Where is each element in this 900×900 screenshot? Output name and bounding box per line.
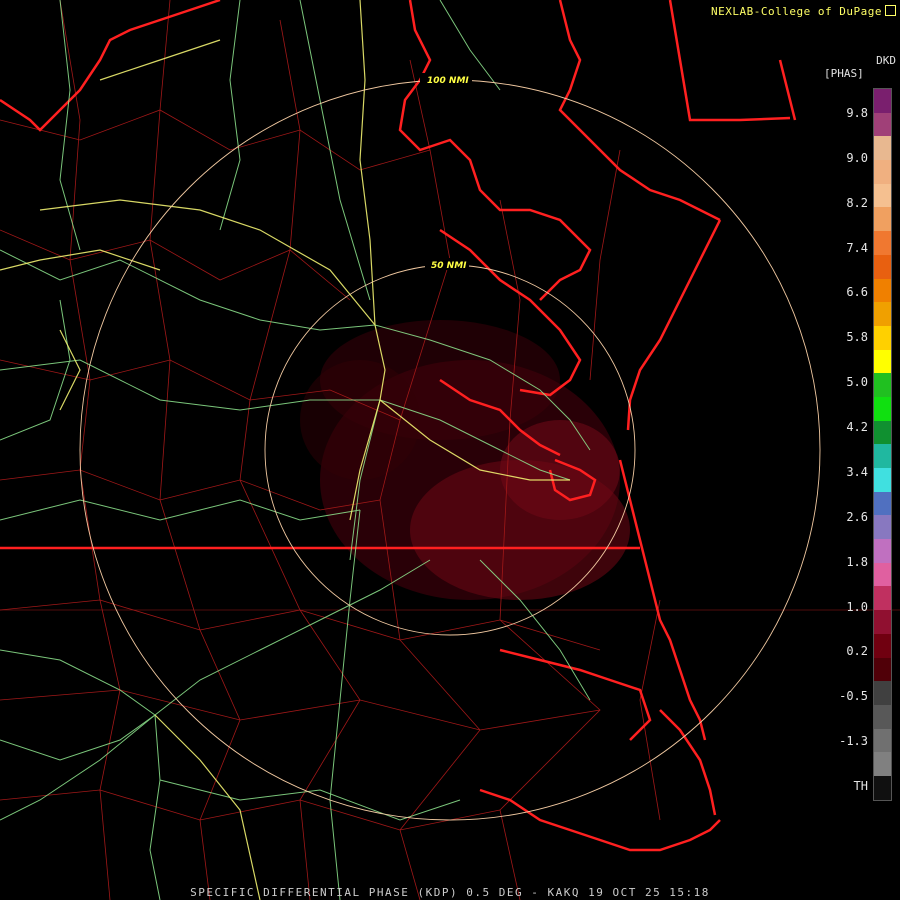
color-swatch <box>874 160 891 184</box>
legend-tick-label: 1.0 <box>846 599 868 614</box>
color-swatch <box>874 728 891 753</box>
external-link-icon <box>885 5 896 16</box>
color-swatch <box>874 562 891 587</box>
legend-unit-line2: [PHAS] <box>824 67 864 80</box>
color-swatch <box>874 112 891 137</box>
color-swatch <box>874 491 891 516</box>
color-swatch <box>874 539 891 563</box>
color-swatch <box>874 396 891 421</box>
color-swatch <box>874 278 891 303</box>
color-swatch <box>874 610 891 634</box>
color-swatch <box>874 420 891 445</box>
legend-tick-label: 9.0 <box>846 150 868 165</box>
legend-tick-label: 6.6 <box>846 285 868 300</box>
color-swatch <box>874 681 891 705</box>
legend-tick-label: 4.2 <box>846 420 868 435</box>
ring-label-50: 50 NMI <box>431 261 467 271</box>
legend-unit-line1: DKD <box>876 54 896 67</box>
color-swatch <box>874 444 891 468</box>
color-swatch <box>874 183 891 208</box>
color-swatch <box>874 515 891 540</box>
color-swatch <box>874 136 891 161</box>
color-scale-bar <box>873 88 892 801</box>
product-caption: SPECIFIC DIFFERENTIAL PHASE (KDP) 0.5 DE… <box>190 886 710 899</box>
legend-tick-label: -1.3 <box>839 734 868 749</box>
radar-map: 50 NMI 100 NMI <box>0 0 900 900</box>
color-swatch <box>874 633 891 658</box>
legend-tick-label: 5.8 <box>846 330 868 345</box>
color-swatch <box>874 231 891 255</box>
legend-tick-label: 5.0 <box>846 375 868 390</box>
color-swatch <box>874 586 891 611</box>
color-swatch <box>874 373 891 397</box>
color-swatch <box>874 349 891 374</box>
legend-tick-label: 7.4 <box>846 240 868 255</box>
legend-tick-label: 8.2 <box>846 195 868 210</box>
color-swatch <box>874 775 891 800</box>
color-swatch <box>874 468 891 492</box>
color-swatch <box>874 752 891 776</box>
color-swatch <box>874 325 891 350</box>
color-swatch <box>874 704 891 729</box>
ring-label-100: 100 NMI <box>427 76 469 86</box>
legend-tick-label: -0.5 <box>839 689 868 704</box>
legend-tick-label: 9.8 <box>846 106 868 120</box>
color-swatch <box>874 657 891 682</box>
legend-units: DKD [PHAS] <box>824 54 896 80</box>
credit-text: NEXLAB-College of DuPage <box>711 5 882 18</box>
legend-tick-label: 0.2 <box>846 644 868 659</box>
credit-link[interactable]: NEXLAB-College of DuPage <box>711 4 896 18</box>
legend-tick-label: 2.6 <box>846 509 868 524</box>
color-swatch <box>874 207 891 232</box>
color-swatch <box>874 89 891 113</box>
color-swatch <box>874 254 891 279</box>
legend-tick-label: 1.8 <box>846 554 868 569</box>
color-swatch <box>874 302 891 326</box>
legend-tick-label: TH <box>853 779 868 793</box>
legend-tick-label: 3.4 <box>846 464 868 479</box>
